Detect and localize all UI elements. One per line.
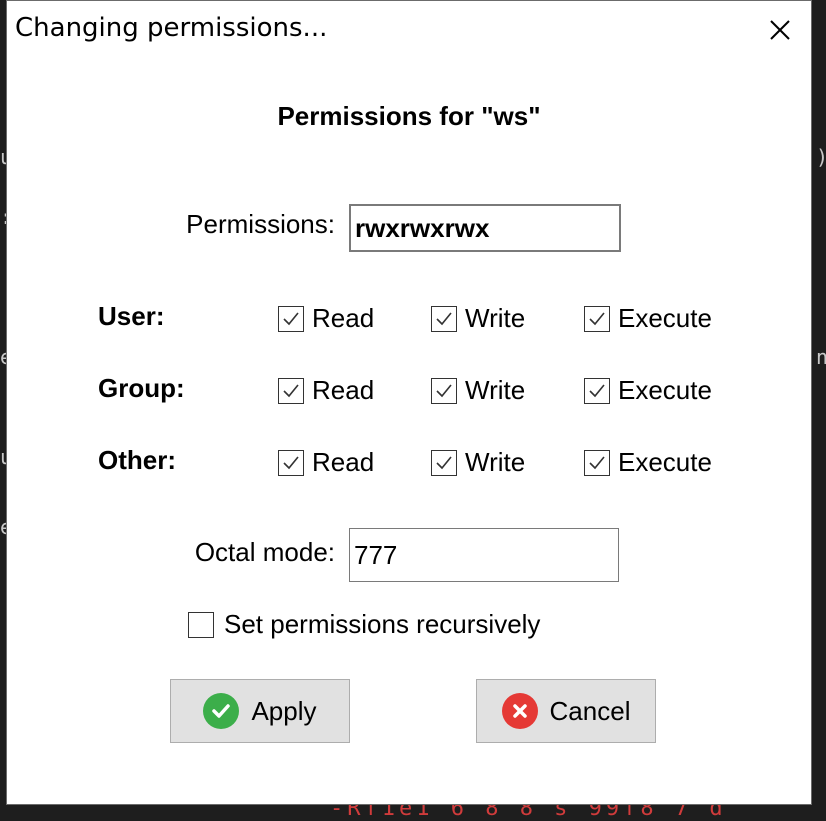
apply-button[interactable]: Apply [170,679,350,743]
user-write-checkbox[interactable]: Write [431,303,525,334]
checkbox-box [431,305,457,332]
checkbox-label: Execute [618,303,712,333]
checkbox-box [584,377,610,404]
recursive-checkbox[interactable]: Set permissions recursively [188,609,540,640]
group-execute-checkbox[interactable]: Execute [584,375,712,406]
cancel-button[interactable]: Cancel [476,679,656,743]
checkbox-label: Set permissions recursively [224,609,541,639]
checkbox-box [584,449,610,476]
permissions-input[interactable] [349,204,621,252]
check-circle-icon [203,693,240,729]
group-write-checkbox[interactable]: Write [431,375,525,406]
window-title: Changing permissions... [15,13,328,43]
user-row-label: User: [98,301,165,331]
group-read-checkbox[interactable]: Read [278,375,374,406]
title-bar: Changing permissions... [7,1,811,63]
checkbox-label: Read [312,447,375,477]
close-icon [770,20,790,40]
checkbox-box [278,377,304,404]
checkbox-label: Write [465,375,526,405]
background-fragment: n [816,345,826,369]
permissions-dialog: Changing permissions... Permissions for … [6,0,812,805]
user-execute-checkbox[interactable]: Execute [584,303,712,334]
checkbox-label: Execute [618,375,712,405]
group-row-label: Group: [98,373,185,403]
checkbox-box [431,449,457,476]
dialog-heading: Permissions for "ws" [277,101,541,131]
other-write-checkbox[interactable]: Write [431,447,525,478]
checkbox-box [188,611,214,638]
checkbox-box [584,305,610,332]
checkbox-label: Write [465,447,526,477]
checkbox-box [278,305,304,332]
user-read-checkbox[interactable]: Read [278,303,374,334]
apply-button-label: Apply [251,695,317,726]
permissions-label: Permissions: [186,209,335,239]
checkbox-label: Read [312,375,375,405]
other-row-label: Other: [98,445,176,475]
checkbox-box [431,377,457,404]
checkbox-box [278,449,304,476]
x-circle-icon [501,693,538,729]
close-button[interactable] [755,7,805,53]
other-read-checkbox[interactable]: Read [278,447,374,478]
octal-mode-label: Octal mode: [194,537,335,567]
checkbox-label: Write [465,303,526,333]
background-fragment: ) [816,145,826,169]
checkbox-label: Read [312,303,375,333]
cancel-button-label: Cancel [549,695,631,726]
checkbox-label: Execute [618,447,712,477]
other-execute-checkbox[interactable]: Execute [584,447,712,478]
octal-mode-input[interactable] [349,528,619,582]
